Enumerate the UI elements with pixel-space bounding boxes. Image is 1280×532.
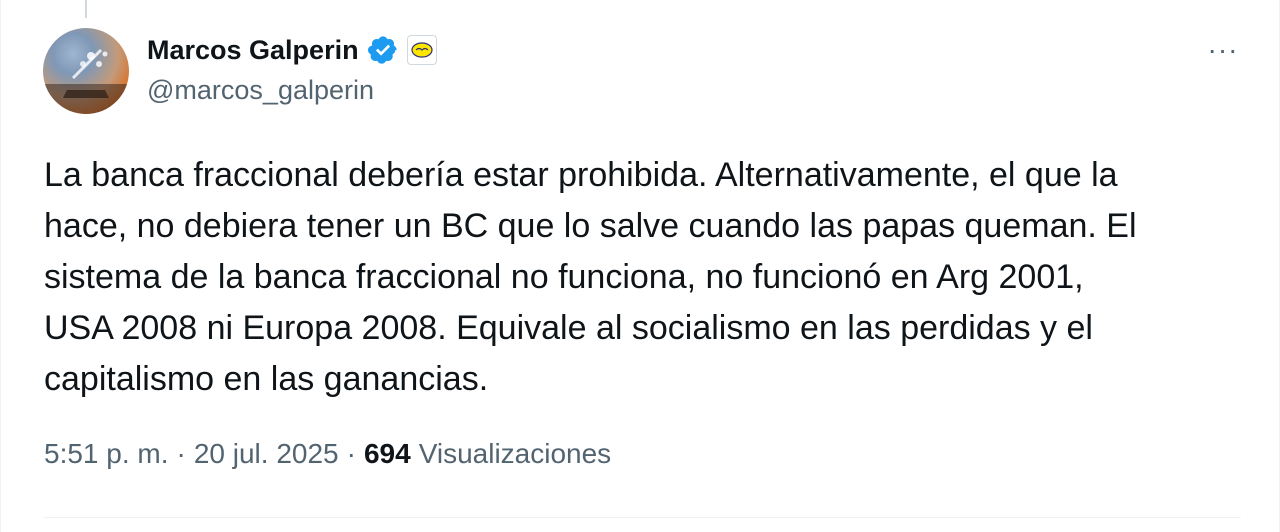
meta-separator: ·: [346, 438, 356, 469]
author-name[interactable]: Marcos Galperin: [147, 35, 359, 66]
tweet-time: 5:51 p. m.: [44, 438, 169, 469]
tweet-date: 20 jul. 2025: [193, 438, 339, 469]
tweet-text: La banca fraccional debería estar prohib…: [44, 150, 1244, 405]
tweet-text-line: USA 2008 ni Europa 2008. Equivale al soc…: [44, 309, 1093, 347]
more-options-icon[interactable]: ···: [1199, 34, 1247, 66]
tweet-text-line: sistema de la banca fraccional no funcio…: [44, 258, 1084, 296]
tweet-meta: 5:51 p. m. · 20 jul. 2025 · 694 Visualizac…: [44, 438, 611, 470]
views-count: 694: [363, 438, 411, 469]
avatar-image: [43, 48, 129, 114]
divider: [44, 517, 1241, 518]
author-handle[interactable]: @marcos_galperin: [147, 75, 374, 106]
tweet-text-line: hace, no debiera tener un BC que lo salv…: [44, 207, 1137, 245]
mercadolibre-logo-icon: [410, 42, 433, 58]
avatar[interactable]: [43, 28, 129, 114]
tweet-text-line: capitalismo en las ganancias.: [44, 360, 489, 398]
thread-line: [85, 0, 87, 18]
tweet-text-line: La banca fraccional debería estar prohib…: [44, 156, 1118, 194]
tweet-card: Marcos Galperin @marcos_galperin ··· La …: [0, 0, 1280, 532]
views-label: Visualizaciones: [418, 438, 612, 469]
affiliate-logo-icon[interactable]: [406, 35, 437, 65]
verified-badge-icon[interactable]: [367, 34, 399, 66]
author-name-row: Marcos Galperin: [147, 30, 437, 70]
tweet-time-link[interactable]: 5:51 p. m. · 20 jul. 2025: [44, 438, 339, 470]
meta-separator: ·: [176, 438, 186, 469]
